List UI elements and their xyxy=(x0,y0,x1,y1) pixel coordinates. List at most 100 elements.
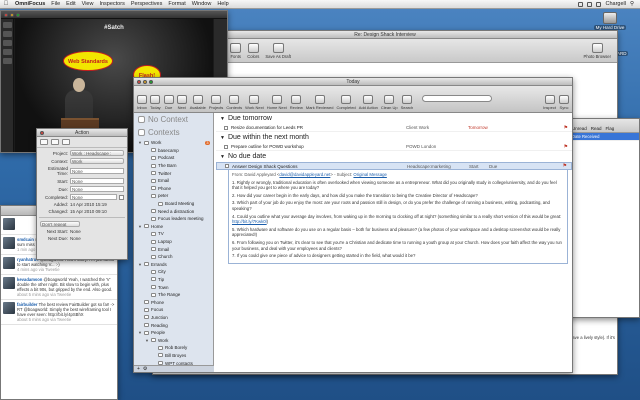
close-icon[interactable] xyxy=(40,130,44,135)
add-context-icon[interactable]: + xyxy=(137,366,140,372)
group-header[interactable]: ▼ Due tomorrow xyxy=(216,113,572,124)
disclosure-triangle-icon[interactable]: ▼ xyxy=(220,154,225,160)
column-unread[interactable]: Unread xyxy=(572,126,587,131)
sort-date-received[interactable]: Date Received xyxy=(569,133,639,141)
video-titlebar[interactable] xyxy=(1,11,227,19)
sidebar-context-item[interactable]: Phone xyxy=(134,298,213,306)
menu-app[interactable]: OmniFocus xyxy=(12,1,48,7)
sidebar-context-item[interactable]: Bill Broyes xyxy=(134,352,213,360)
disclosure-triangle-icon[interactable]: ▼ xyxy=(220,116,225,122)
group-header[interactable]: ▼ No due date xyxy=(216,151,572,162)
column-read[interactable]: Read xyxy=(591,126,602,131)
sidebar-context-item[interactable]: Laptop xyxy=(134,238,213,246)
sync-button[interactable]: Sync xyxy=(559,95,569,110)
fonts-button[interactable]: Fonts xyxy=(230,42,242,59)
add-action-button[interactable]: Add Action xyxy=(359,95,378,110)
completed-checkbox[interactable] xyxy=(119,194,124,200)
desktop-icon-hard-drive[interactable]: My Hard Drive xyxy=(590,12,630,30)
sidebar-context-item[interactable]: ▼ Home xyxy=(134,223,213,231)
status-checkbox[interactable] xyxy=(225,164,229,168)
start-date-field[interactable]: None xyxy=(70,178,124,184)
status-icon[interactable] xyxy=(578,1,584,7)
tweet[interactable]: kevadamson @boagworld Yeah, I watched th… xyxy=(1,275,117,300)
context-select[interactable]: Work xyxy=(70,158,124,164)
perspective-next-button[interactable]: Next xyxy=(176,95,187,110)
sidebar-context-item[interactable]: Phone xyxy=(134,185,213,193)
sidebar-context-item[interactable]: Church xyxy=(134,253,213,261)
clean-up-button[interactable]: Clean Up xyxy=(381,95,398,110)
sidebar-context-item[interactable]: Twitter xyxy=(134,169,213,177)
sidebar-context-item[interactable]: basecamp xyxy=(134,147,213,155)
project-select[interactable]: Work : Headscape : xyxy=(70,150,124,156)
omnifocus-titlebar[interactable]: Today xyxy=(134,78,572,86)
sidebar-context-item[interactable]: ▼ People xyxy=(134,329,213,337)
sidebar-context-item[interactable]: ▼ Work xyxy=(134,336,213,344)
sidebar-context-item[interactable]: Focus xyxy=(134,306,213,314)
wifi-icon[interactable] xyxy=(587,1,593,7)
sidebar-context-item[interactable]: Email xyxy=(134,245,213,253)
apple-menu-icon[interactable]:  xyxy=(0,1,12,7)
sidebar-context-item[interactable]: ▼ Errands xyxy=(134,261,213,269)
sidebar-context-item[interactable]: Board Meeting xyxy=(134,200,213,208)
search-input[interactable] xyxy=(422,95,493,102)
work-next-button[interactable]: Work Next xyxy=(245,95,264,110)
flag-icon[interactable]: ⚑ xyxy=(564,125,568,131)
inspect-button[interactable]: Inspect xyxy=(543,95,556,110)
selected-action-row[interactable]: Answer Design Shack Questions Headscape:… xyxy=(216,162,572,170)
zoom-icon[interactable] xyxy=(16,12,20,17)
action-start[interactable]: Start xyxy=(469,164,489,169)
menu-window[interactable]: Window xyxy=(189,1,215,7)
menu-inspectors[interactable]: Inspectors xyxy=(96,1,127,7)
action-name[interactable]: Prepare outline for POWD workshop xyxy=(231,144,406,149)
perspective-inbox-button[interactable]: Inbox xyxy=(137,95,147,110)
menu-format[interactable]: Format xyxy=(165,1,188,7)
sidebar-context-item[interactable]: TV xyxy=(134,230,213,238)
sidebar-context-item[interactable]: The Range xyxy=(134,291,213,299)
sidebar-context-item[interactable]: Podcast xyxy=(134,154,213,162)
completed-field[interactable]: None xyxy=(70,194,117,200)
action-note[interactable]: From: David Appleyard <david@davidappley… xyxy=(228,170,568,264)
column-flag[interactable]: Flag xyxy=(606,126,615,131)
message-link[interactable]: Original Message xyxy=(353,172,386,177)
no-context-item[interactable]: No Context xyxy=(134,113,213,126)
tool-icon[interactable] xyxy=(3,31,12,37)
tweet[interactable]: fairbuilder The best review FairBuilder … xyxy=(1,300,117,325)
flag-icon[interactable]: ⚑ xyxy=(563,163,567,169)
perspective-available-button[interactable]: Available xyxy=(190,95,206,110)
completed-button[interactable]: Completed xyxy=(336,95,356,110)
sidebar-context-item[interactable]: Junction xyxy=(134,314,213,322)
action-row[interactable]: Resize documentation for Leeds PR Client … xyxy=(216,124,572,132)
tool-icon[interactable] xyxy=(3,49,12,55)
sidebar-context-item[interactable]: Tip xyxy=(134,276,213,284)
save-draft-button[interactable]: Save As Draft xyxy=(265,42,291,59)
sidebar-context-item[interactable]: ▼ Work 3 xyxy=(134,139,213,147)
email-link[interactable]: david@davidappleyard.net xyxy=(279,172,330,177)
action-context[interactable]: Client Work xyxy=(406,125,468,130)
sidebar-context-item[interactable]: Rob Borely xyxy=(134,344,213,352)
contexts-header[interactable]: Contexts xyxy=(134,126,213,139)
sidebar-context-item[interactable]: The Barn xyxy=(134,162,213,170)
action-context[interactable]: POWD London xyxy=(406,144,468,149)
sidebar-context-item[interactable]: City xyxy=(134,268,213,276)
home-next-button[interactable]: Home Next xyxy=(267,95,287,110)
action-tab-icon[interactable] xyxy=(40,139,48,145)
minimize-icon[interactable] xyxy=(10,12,14,17)
menu-view[interactable]: View xyxy=(79,1,97,7)
sidebar-context-item[interactable]: peter xyxy=(134,192,213,200)
mark-reviewed-button[interactable]: Mark Reviewed xyxy=(306,95,333,110)
menu-perspectives[interactable]: Perspectives xyxy=(128,1,166,7)
estimated-time-field[interactable]: None xyxy=(70,168,124,174)
context-tab-icon[interactable] xyxy=(62,139,70,145)
menu-file[interactable]: File xyxy=(48,1,63,7)
inspector-titlebar[interactable]: Action xyxy=(37,129,127,137)
note-tab-icon[interactable] xyxy=(51,139,59,145)
sidebar-context-item[interactable]: Focus leaders meeting xyxy=(134,215,213,223)
projects-button[interactable]: Projects xyxy=(209,95,223,110)
sidebar-context-item[interactable]: Email xyxy=(134,177,213,185)
gear-icon[interactable]: ⚙ xyxy=(143,366,147,372)
sidebar-context-item[interactable]: Town xyxy=(134,283,213,291)
contexts-button[interactable]: Contexts xyxy=(226,95,242,110)
status-checkbox[interactable] xyxy=(224,125,228,130)
volume-icon[interactable] xyxy=(596,1,602,7)
review-button[interactable]: Review xyxy=(290,95,303,110)
